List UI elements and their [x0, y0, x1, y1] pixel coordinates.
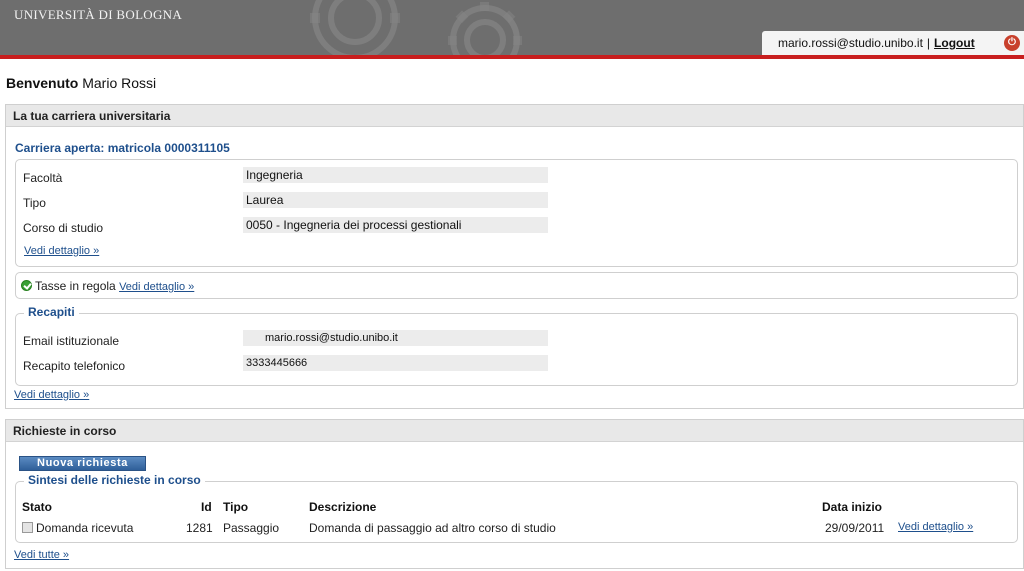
- career-info-box: Facoltà Ingegneria Tipo Laurea Corso di …: [15, 159, 1018, 267]
- new-request-button[interactable]: Nuova richiesta: [19, 456, 146, 471]
- user-name: Mario Rossi: [82, 75, 157, 91]
- faculty-label: Facoltà: [23, 171, 63, 185]
- status-icon: [22, 522, 33, 533]
- career-panel: La tua carriera universitaria Carriera a…: [5, 104, 1024, 409]
- row-id: 1281: [186, 521, 213, 535]
- column-description: Descrizione: [309, 500, 377, 514]
- column-status: Stato: [22, 500, 52, 514]
- logout-icon[interactable]: ⏻: [1004, 35, 1020, 51]
- row-description: Domanda di passaggio ad altro corso di s…: [309, 521, 556, 535]
- phone-value: 3333445666: [243, 355, 548, 371]
- user-email: mario.rossi@studio.unibo.it: [778, 36, 923, 50]
- row-start-date: 29/09/2011: [825, 521, 885, 535]
- header-red-line: [0, 55, 1024, 59]
- contacts-fieldset: Recapiti Email istituzionale mario.rossi…: [15, 305, 1018, 386]
- type-label: Tipo: [23, 196, 46, 210]
- requests-panel-title: Richieste in corso: [6, 420, 1023, 442]
- type-value: Laurea: [243, 192, 548, 208]
- row-status-text: Domanda ricevuta: [36, 521, 134, 535]
- career-details-link[interactable]: Vedi dettaglio »: [24, 245, 99, 257]
- column-start-date: Data inizio: [822, 500, 883, 514]
- see-all-requests-link[interactable]: Vedi tutte »: [14, 549, 69, 561]
- user-box: mario.rossi@studio.unibo.it | Logout ⏻: [762, 31, 1024, 55]
- university-logo-text: UNIVERSITÀ DI BOLOGNA: [14, 7, 183, 22]
- requests-legend: Sintesi delle richieste in corso: [24, 473, 205, 487]
- requests-fieldset: Sintesi delle richieste in corso Stato I…: [15, 473, 1018, 543]
- column-id: Id: [201, 500, 212, 514]
- row-status: Domanda ricevuta: [22, 521, 133, 535]
- check-ok-icon: [21, 280, 32, 291]
- requests-panel: Richieste in corso Nuova richiesta Sinte…: [5, 419, 1024, 569]
- separator: |: [926, 36, 931, 50]
- welcome-prefix: Benvenuto: [6, 75, 79, 91]
- taxes-row: Tasse in regola Vedi dettaglio »: [21, 279, 194, 293]
- taxes-details-link[interactable]: Vedi dettaglio »: [119, 281, 194, 293]
- contacts-details-link[interactable]: Vedi dettaglio »: [14, 389, 89, 401]
- course-label: Corso di studio: [23, 221, 104, 235]
- top-header: UNIVERSITÀ DI BOLOGNA mario.rossi@studio…: [0, 0, 1024, 55]
- course-value: 0050 - Ingegneria dei processi gestional…: [243, 217, 548, 233]
- contacts-legend: Recapiti: [24, 305, 79, 319]
- taxes-status: Tasse in regola: [35, 279, 116, 293]
- career-section-title: Carriera aperta: matricola 0000311105: [15, 141, 230, 155]
- phone-label: Recapito telefonico: [23, 359, 126, 373]
- column-type: Tipo: [223, 500, 249, 514]
- email-label: Email istituzionale: [23, 334, 120, 348]
- row-type: Passaggio: [223, 521, 280, 535]
- email-value: mario.rossi@studio.unibo.it: [243, 330, 548, 346]
- career-panel-title: La tua carriera universitaria: [6, 105, 1023, 127]
- gears-decoration-icon: [310, 0, 522, 55]
- logout-link[interactable]: Logout: [934, 36, 975, 50]
- faculty-value: Ingegneria: [243, 167, 548, 183]
- row-details-link[interactable]: Vedi dettaglio »: [898, 521, 973, 533]
- welcome-message: Benvenuto Mario Rossi: [6, 75, 156, 91]
- taxes-box: Tasse in regola Vedi dettaglio »: [15, 272, 1018, 299]
